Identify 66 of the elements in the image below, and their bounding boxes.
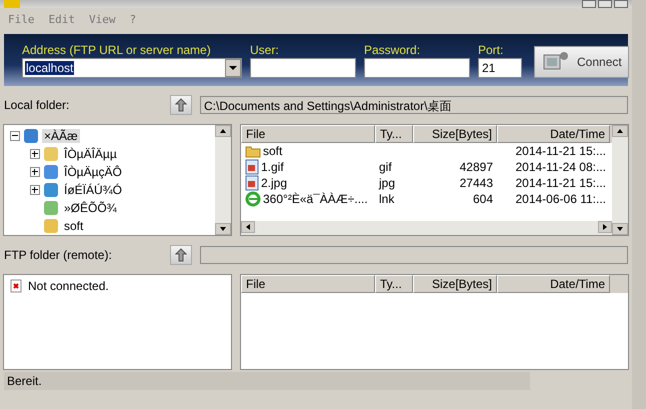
address-combobox[interactable]: localhost: [22, 58, 242, 78]
expander-icon[interactable]: [10, 131, 20, 141]
app-icon: [4, 0, 20, 8]
table-cell: 2.jpg: [241, 175, 375, 191]
column-header[interactable]: Date/Time: [497, 125, 610, 143]
table-cell-text: jpg: [378, 176, 396, 190]
table-cell: soft: [241, 144, 375, 158]
field-label: Address (FTP URL or server name): [22, 43, 212, 57]
column-header[interactable]: Ty...: [375, 275, 413, 293]
panel-label: FTP folder (remote):: [4, 248, 113, 262]
status-bar: Bereit.: [4, 372, 530, 390]
tree-item[interactable]: ÍøÉÏÁÚ¾Ó: [62, 183, 124, 197]
scrollbar[interactable]: [215, 125, 231, 235]
tree-item[interactable]: ÎÒµÄÎÄµµ: [62, 147, 119, 161]
tree-item[interactable]: »ØÊÕÕ¾: [62, 201, 119, 215]
close-button[interactable]: [614, 0, 628, 8]
port-field[interactable]: 21: [478, 58, 522, 78]
error-icon: [10, 279, 22, 293]
password-field[interactable]: [364, 58, 470, 78]
expander-icon[interactable]: [30, 149, 40, 159]
column-header[interactable]: Size[Bytes]: [413, 125, 497, 143]
maximize-button[interactable]: [598, 0, 612, 8]
table-cell-text: 2014-11-21 15:...: [514, 176, 607, 190]
panel-label: Local folder:: [4, 98, 70, 112]
path-field[interactable]: C:\Documents and Settings\Administrator\桌面: [200, 96, 628, 114]
column-header[interactable]: File: [241, 275, 375, 293]
field-label: Port:: [478, 43, 504, 57]
table-cell: 1.gif: [241, 159, 375, 175]
tree-node-icon: [44, 165, 58, 179]
column-header[interactable]: Date/Time: [497, 275, 610, 293]
tree-node-icon: [44, 147, 58, 161]
table-cell-text: 42897: [458, 160, 494, 174]
table-cell-text: 2014-11-24 08:...: [514, 160, 607, 174]
field-label: User:: [250, 43, 280, 57]
field-label: Password:: [364, 43, 422, 57]
tree-node-icon: [44, 219, 58, 233]
tree-item[interactable]: ÎÒµÄµçÄÔ: [62, 165, 124, 179]
column-header[interactable]: File: [241, 125, 375, 143]
tree-node-icon: [44, 183, 58, 197]
tree-node-icon: [44, 201, 58, 215]
image-file-icon: [245, 175, 259, 191]
table-cell-text: 604: [472, 192, 494, 206]
user-field[interactable]: [250, 58, 356, 78]
column-header[interactable]: Size[Bytes]: [413, 275, 497, 293]
table-cell-text: 2014-06-06 11:...: [514, 192, 607, 206]
expander-icon[interactable]: [30, 185, 40, 195]
table-cell-text: gif: [378, 160, 393, 174]
connect-button[interactable]: Connect: [534, 46, 629, 78]
status-message: Not connected.: [27, 279, 110, 293]
column-header[interactable]: Ty...: [375, 125, 413, 143]
tree-item[interactable]: ×ÀÃæ: [42, 129, 80, 143]
tree-node-icon: [24, 129, 38, 143]
scrollbar[interactable]: [241, 221, 612, 235]
image-file-icon: [245, 159, 259, 175]
table-cell-text: lnk: [378, 192, 396, 206]
expander-icon[interactable]: [30, 167, 40, 177]
folder-up-button[interactable]: [170, 245, 192, 265]
table-cell-text: 2014-11-21 15:...: [514, 144, 607, 158]
path-field[interactable]: [200, 246, 628, 264]
scrollbar[interactable]: [612, 125, 628, 235]
table-cell: 360°²È«ä¯ÀÀÆ÷....: [241, 191, 375, 207]
minimize-button[interactable]: [582, 0, 596, 8]
browser-e-icon: [245, 191, 261, 207]
table-cell-text: 27443: [458, 176, 494, 190]
folder-up-button[interactable]: [170, 95, 192, 115]
tree-item[interactable]: soft: [62, 219, 86, 233]
